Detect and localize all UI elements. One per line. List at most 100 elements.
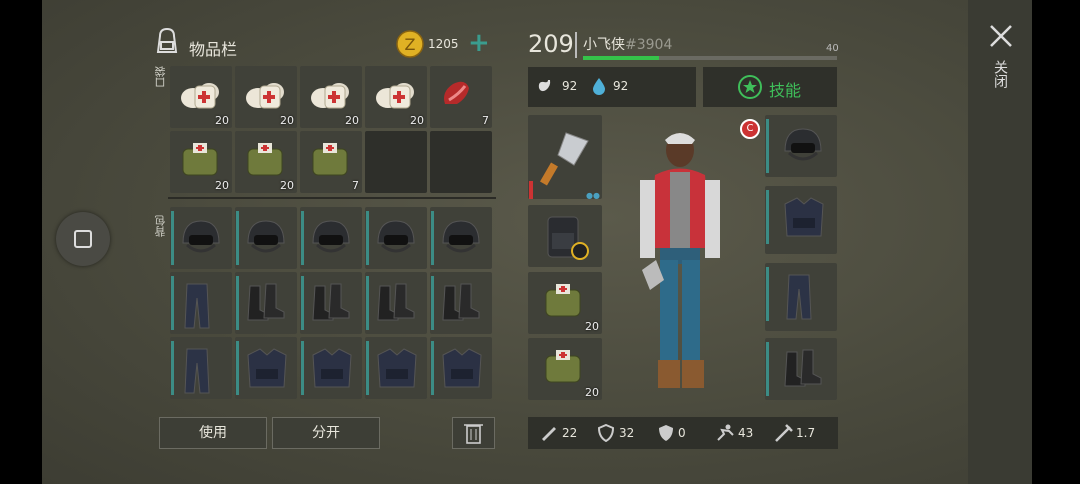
cleaver-icon <box>540 132 589 186</box>
vest-icon <box>779 194 829 242</box>
pocket-slot[interactable] <box>430 131 492 193</box>
vest-icon <box>307 345 357 393</box>
boots-slot[interactable] <box>765 338 837 400</box>
slot-qty: 20 <box>215 114 229 127</box>
speed-value: 43 <box>738 426 754 440</box>
pants-slot[interactable] <box>765 263 837 331</box>
medkit-bag-icon <box>545 284 581 317</box>
backpack-slot[interactable] <box>235 337 297 399</box>
quick-slot-2-qty: 20 <box>585 386 599 399</box>
pocket-slot[interactable] <box>365 131 427 193</box>
weapon-speed-value: 1.7 <box>796 426 816 440</box>
backpack-slot[interactable] <box>300 337 362 399</box>
boots-icon <box>307 280 355 324</box>
ammo-dots: ●● <box>586 191 600 200</box>
close-label: 关闭 <box>992 60 1008 88</box>
pocket-slot[interactable]: 20 <box>300 66 362 128</box>
backpack-slot[interactable] <box>170 272 232 334</box>
slot-qty: 20 <box>280 114 294 127</box>
character-model <box>620 120 740 400</box>
pocket-slot[interactable]: 20 <box>170 66 232 128</box>
water-value: 92 <box>613 79 629 93</box>
quick-slot-1[interactable]: 20 <box>528 272 602 334</box>
quick-slot-1-qty: 20 <box>585 320 599 333</box>
raw-meat-icon <box>437 74 477 114</box>
backpack-slot[interactable] <box>365 272 427 334</box>
pocket-slot[interactable]: 20 <box>365 66 427 128</box>
helmet-icon <box>779 123 827 167</box>
pocket-slot[interactable]: 20 <box>235 66 297 128</box>
backpack-slot[interactable] <box>430 272 492 334</box>
coin-count: 1205 <box>428 37 459 51</box>
backpack-slot[interactable] <box>430 337 492 399</box>
shield-icon <box>598 424 614 442</box>
backpack-slot[interactable] <box>170 207 232 269</box>
floating-home-button[interactable] <box>56 212 110 266</box>
helmet-icon <box>177 215 225 259</box>
slot-qty: 20 <box>345 114 359 127</box>
skills-label: 技能 <box>769 81 802 100</box>
running-icon <box>717 424 734 441</box>
boots-icon <box>779 346 827 390</box>
slot-qty: 7 <box>482 114 489 127</box>
helmet-slot[interactable] <box>765 115 837 177</box>
vest-icon <box>372 345 422 393</box>
pocket-slot[interactable]: 20 <box>170 131 232 193</box>
food-value: 92 <box>562 79 578 93</box>
backpack-label: 背包 <box>154 215 167 237</box>
trash-button[interactable] <box>452 417 495 449</box>
player-name-row: 小飞侠#3904 <box>583 34 672 54</box>
resist-value: 0 <box>678 426 686 440</box>
backpack-slot[interactable] <box>430 207 492 269</box>
xp-max: 40 <box>826 43 839 54</box>
backpack-slot[interactable] <box>365 207 427 269</box>
attack-value: 22 <box>562 426 578 440</box>
pocket-slot[interactable]: 7 <box>430 66 492 128</box>
medkit-bag-icon <box>545 350 581 383</box>
player-level: 209 <box>528 30 574 58</box>
stats-bar: 22 32 0 43 1.7 <box>528 417 838 449</box>
boots-icon <box>372 280 420 324</box>
badge-c: C <box>740 119 760 139</box>
close-button[interactable] <box>989 24 1013 48</box>
quick-slot-2[interactable]: 20 <box>528 338 602 400</box>
medkit-bag-icon <box>242 139 290 183</box>
xp-bar <box>583 56 837 60</box>
vitals-panel: 92 92 <box>528 67 696 107</box>
backpack-slot[interactable] <box>235 207 297 269</box>
screen-edge <box>1032 0 1080 484</box>
backpack-slot[interactable] <box>235 272 297 334</box>
backpack-slot[interactable] <box>365 337 427 399</box>
stomach-icon <box>538 80 551 92</box>
pants-icon <box>177 280 217 332</box>
level-divider <box>575 32 577 58</box>
player-name: 小飞侠 <box>583 37 625 53</box>
pocket-slot[interactable]: 20 <box>235 131 297 193</box>
add-coins-button[interactable]: + <box>468 30 490 56</box>
sword-icon <box>542 427 556 441</box>
helmet-icon <box>307 215 355 259</box>
backpack-slot[interactable] <box>300 207 362 269</box>
trash-icon <box>464 424 483 444</box>
coin-icon: Z <box>396 30 424 58</box>
bandage-icon <box>242 74 290 118</box>
pocket-label: 口袋 <box>154 66 167 88</box>
backpack-slot[interactable] <box>170 337 232 399</box>
vest-slot[interactable] <box>765 186 837 254</box>
slot-qty: 20 <box>215 179 229 192</box>
bandage-icon <box>372 74 420 118</box>
use-button[interactable]: 使用 <box>159 417 267 449</box>
backpack-header-icon <box>152 26 182 56</box>
divider <box>168 197 496 199</box>
weapon-slot[interactable]: ●● <box>528 115 602 200</box>
skills-button[interactable]: 技能 <box>703 67 837 107</box>
helmet-icon <box>437 215 485 259</box>
bag-slot[interactable] <box>528 205 602 267</box>
backpack-slot[interactable] <box>300 272 362 334</box>
water-drop-icon <box>593 78 605 95</box>
armor-value: 32 <box>619 426 635 440</box>
boots-icon <box>437 280 485 324</box>
split-button[interactable]: 分开 <box>272 417 380 449</box>
pocket-slot[interactable]: 7 <box>300 131 362 193</box>
inventory-title: 物品栏 <box>189 40 238 59</box>
